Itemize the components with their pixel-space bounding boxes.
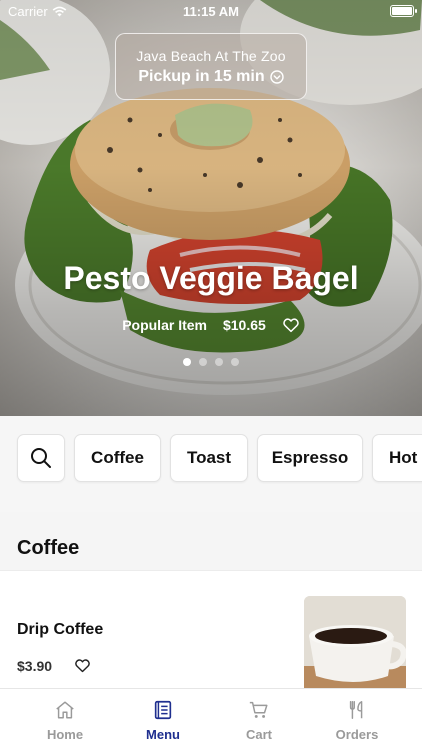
menu-item[interactable]: Drip Coffee $3.90 (0, 570, 422, 691)
hero-tag: Popular Item (122, 317, 207, 333)
tab-label: Cart (245, 727, 272, 742)
status-time: 11:15 AM (183, 4, 239, 19)
menu-book-icon (154, 700, 172, 720)
tab-bar: Home Menu Cart Orders (0, 688, 422, 750)
home-icon (56, 701, 74, 719)
heart-icon[interactable] (282, 316, 300, 334)
menu-item-price: $3.90 (17, 658, 53, 674)
coffee-cup-image (304, 596, 406, 691)
tab-label: Home (46, 727, 84, 742)
tab-menu[interactable]: Menu (114, 689, 212, 750)
tab-home[interactable]: Home (16, 689, 114, 750)
tab-label: Menu (146, 727, 180, 742)
hero-price: $10.65 (222, 317, 266, 333)
search-icon (31, 448, 51, 468)
search-button[interactable] (17, 434, 65, 482)
hero-title: Pesto Veggie Bagel (63, 260, 359, 296)
tab-label: Orders (335, 727, 379, 742)
location-selector[interactable]: Java Beach At The Zoo Pickup in 15 min (115, 33, 307, 100)
location-name: Java Beach At The Zoo (136, 48, 286, 64)
heart-icon[interactable] (74, 657, 91, 674)
hero-meta: Popular Item $10.65 (0, 316, 422, 334)
tab-cart[interactable]: Cart (210, 689, 308, 750)
fork-knife-icon (349, 701, 363, 719)
pickup-label: Pickup in 15 min (138, 68, 265, 85)
category-chip-coffee[interactable]: Coffee (74, 434, 161, 482)
carousel-dot[interactable] (231, 358, 239, 366)
chevron-down-circle-icon (269, 70, 284, 84)
menu-item-photo (304, 596, 406, 691)
carousel-dot[interactable] (215, 358, 223, 366)
cart-icon (249, 701, 268, 718)
carousel-dot[interactable] (199, 358, 207, 366)
battery-icon (390, 5, 417, 17)
category-chip-espresso[interactable]: Espresso (257, 434, 363, 482)
category-chip-toast[interactable]: Toast (170, 434, 248, 482)
category-bar: Coffee Toast Espresso Hot (0, 416, 422, 512)
tab-orders[interactable]: Orders (308, 689, 406, 750)
category-chip-hot[interactable]: Hot (372, 434, 422, 482)
status-bar: Carrier 11:15 AM (0, 0, 422, 24)
section-title: Coffee (17, 537, 80, 559)
menu-item-name: Drip Coffee (17, 621, 104, 638)
carousel-dot[interactable] (183, 358, 191, 366)
carousel-dots (0, 358, 422, 366)
hero-carousel[interactable]: Carrier 11:15 AM Java Beach At The Zoo P… (0, 0, 422, 416)
pickup-time: Pickup in 15 min (138, 68, 284, 86)
